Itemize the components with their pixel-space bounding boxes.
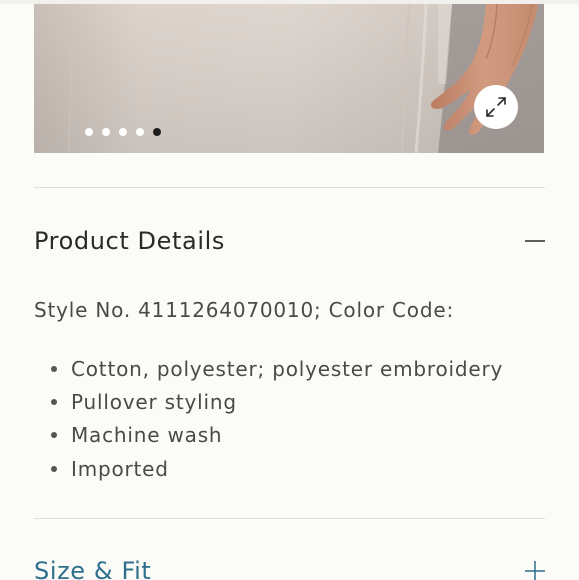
style-number: Style No. 4111264070010; Color Code: [34, 298, 454, 322]
expand-arrows-icon [486, 97, 506, 117]
bullet-icon [51, 432, 57, 439]
list-item: Imported [48, 452, 503, 485]
product-image-carousel[interactable] [34, 4, 544, 153]
list-item: Pullover styling [48, 385, 503, 418]
list-item-text: Machine wash [71, 423, 223, 448]
carousel-dot-1[interactable] [85, 128, 93, 136]
bullet-icon [51, 365, 57, 372]
expand-image-button[interactable] [474, 85, 518, 129]
list-item-text: Cotton, polyester; polyester embroidery [71, 356, 504, 381]
section-divider [34, 518, 545, 519]
product-page: Product Details Style No. 4111264070010;… [0, 0, 579, 580]
product-details-header[interactable]: Product Details [34, 224, 546, 258]
plus-icon[interactable] [524, 560, 546, 580]
minus-icon[interactable] [524, 230, 546, 252]
carousel-dot-5[interactable] [153, 128, 161, 136]
list-item: Machine wash [48, 419, 503, 452]
carousel-dots [85, 128, 161, 136]
list-item-text: Imported [71, 456, 169, 481]
product-details-title: Product Details [34, 227, 225, 255]
section-divider [34, 187, 545, 188]
carousel-dot-2[interactable] [102, 128, 110, 136]
carousel-dot-3[interactable] [119, 128, 127, 136]
list-item-text: Pullover styling [71, 389, 237, 414]
bullet-icon [51, 398, 57, 405]
product-details-list: Cotton, polyester; polyester embroidery … [48, 352, 503, 485]
list-item: Cotton, polyester; polyester embroidery [48, 352, 503, 385]
bullet-icon [51, 465, 57, 472]
carousel-dot-4[interactable] [136, 128, 144, 136]
size-fit-header[interactable]: Size & Fit [34, 554, 546, 580]
size-fit-title: Size & Fit [34, 557, 152, 580]
